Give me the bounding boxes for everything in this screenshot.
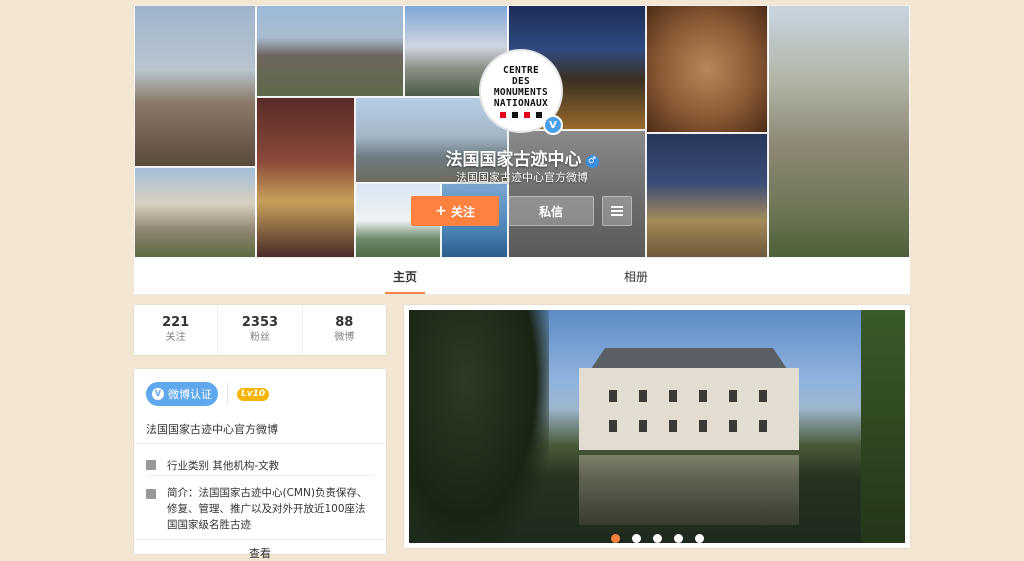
carousel-dot-1[interactable] xyxy=(610,534,620,543)
verify-label: 微博认证 xyxy=(168,388,212,401)
cover-photo-notre-dame xyxy=(134,5,256,167)
industry-line: 行业类别 其他机构-文教 xyxy=(146,458,279,473)
profile-tabs: 主页 相册 xyxy=(134,258,910,295)
divider xyxy=(134,443,386,444)
carousel-dot-4[interactable] xyxy=(673,534,683,543)
view-more-link[interactable]: 查看 xyxy=(134,545,386,561)
hamburger-icon xyxy=(611,206,623,216)
follow-label: 关注 xyxy=(450,204,475,219)
weibo-verified-button[interactable]: V 微博认证 xyxy=(146,382,218,406)
stat-following-label: 关注 xyxy=(165,332,186,343)
stat-posts-label: 微博 xyxy=(334,332,355,343)
cover-photo-pantheon xyxy=(646,133,768,258)
logo-text-2: DES xyxy=(511,75,531,87)
plus-icon: + xyxy=(435,203,447,219)
official-description: 法国国家古迹中心官方微博 xyxy=(146,423,278,436)
profile-subtitle: 法国国家古迹中心官方微博 xyxy=(456,171,588,184)
info-card: V 微博认证 Lv10 法国国家古迹中心官方微博 行业类别 其他机构-文教 简介… xyxy=(134,369,386,560)
photo-carousel xyxy=(404,305,910,548)
cover-photo-carcassonne xyxy=(768,5,910,258)
logo-text-1: CENTRE xyxy=(502,64,540,76)
stat-followers[interactable]: 2353 粉丝 xyxy=(218,305,303,355)
divider xyxy=(227,383,228,405)
cover-photo-cave-painting xyxy=(646,5,768,133)
carousel-dot-2[interactable] xyxy=(631,534,641,543)
gender-male-icon: ♂ xyxy=(585,155,599,168)
stat-following[interactable]: 221 关注 xyxy=(134,305,219,355)
verified-badge-icon: V xyxy=(543,115,563,135)
carousel-image-azay-le-rideau[interactable] xyxy=(409,310,905,543)
stat-followers-label: 粉丝 xyxy=(249,332,270,343)
intro-text: 简介：法国国家古迹中心(CMN)负责保存、修复、管理、推广以及对外开放近100座… xyxy=(167,487,368,531)
tab-album[interactable]: 相册 xyxy=(602,258,670,294)
message-button[interactable]: 私信 xyxy=(508,196,594,226)
tree-shape xyxy=(409,310,549,543)
water-reflection xyxy=(579,455,799,525)
level-badge[interactable]: Lv10 xyxy=(237,387,270,401)
edit-note-icon xyxy=(146,489,156,499)
tab-home[interactable]: 主页 xyxy=(371,258,439,294)
logo-color-marks xyxy=(500,111,542,118)
cover-photo-sainte-chapelle xyxy=(256,97,355,258)
carousel-dot-3[interactable] xyxy=(652,534,662,543)
briefcase-icon xyxy=(146,460,156,470)
verified-v-icon: V xyxy=(152,388,164,400)
carousel-dot-5[interactable] xyxy=(694,534,704,543)
logo-text-3: MONUMENTS xyxy=(493,86,549,98)
cover-collage: CENTRE DES MONUMENTS NATIONAUX V 法国国家古迹中… xyxy=(134,5,910,258)
tree-shape xyxy=(861,310,905,543)
industry-text: 行业类别 其他机构-文教 xyxy=(167,460,280,472)
stat-posts[interactable]: 88 微博 xyxy=(303,305,386,355)
stat-posts-count: 88 xyxy=(335,315,354,330)
logo-text-4: NATIONAUX xyxy=(493,97,549,109)
castle-shape xyxy=(579,340,799,450)
carousel-dots xyxy=(409,534,905,543)
divider xyxy=(134,539,386,540)
cover-photo-chateau xyxy=(134,167,256,258)
profile-name-row: 法国国家古迹中心 ♂ xyxy=(434,145,610,170)
profile-name: 法国国家古迹中心 xyxy=(445,150,582,170)
cover-photo-fortress xyxy=(256,5,404,97)
follow-button[interactable]: + 关注 xyxy=(411,196,499,226)
divider xyxy=(146,475,374,476)
stat-following-count: 221 xyxy=(162,315,190,330)
stat-followers-count: 2353 xyxy=(241,315,279,330)
verify-row: V 微博认证 Lv10 xyxy=(146,382,270,406)
stats-card: 221 关注 2353 粉丝 88 微博 xyxy=(134,305,386,355)
more-menu-button[interactable] xyxy=(602,196,632,226)
